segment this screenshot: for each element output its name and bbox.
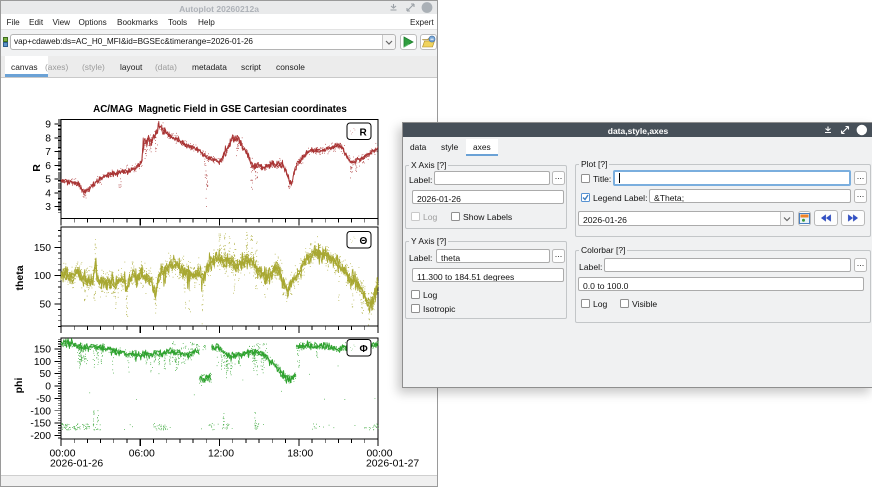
svg-text:3: 3	[45, 202, 51, 213]
svg-text:12:00: 12:00	[208, 449, 234, 460]
svg-text:-50: -50	[36, 394, 51, 405]
svg-text:18:00: 18:00	[287, 449, 313, 460]
svg-text:100: 100	[34, 271, 51, 282]
svg-text:2026-01-26: 2026-01-26	[50, 459, 103, 470]
svg-text:150: 150	[34, 243, 51, 254]
svg-text:8: 8	[45, 133, 51, 144]
svg-text:-100: -100	[30, 406, 51, 417]
svg-text:0: 0	[45, 382, 51, 393]
svg-text:4: 4	[45, 188, 51, 199]
svg-text:100: 100	[34, 357, 51, 368]
svg-text:theta: theta	[14, 265, 26, 290]
svg-text:7: 7	[45, 147, 51, 158]
svg-text:2026-01-27: 2026-01-27	[366, 459, 419, 470]
svg-text:R: R	[31, 164, 43, 172]
svg-text:06:00: 06:00	[129, 449, 155, 460]
svg-text:50: 50	[40, 300, 52, 311]
svg-text:AC/MAG Magnetic Field in GSE: AC/MAG Magnetic Field in GSE Cartesian c…	[93, 104, 347, 115]
svg-text:R: R	[360, 128, 368, 139]
svg-text:150: 150	[34, 345, 51, 356]
svg-text:-150: -150	[30, 419, 51, 430]
svg-text:5: 5	[45, 175, 51, 186]
svg-text:Φ: Φ	[360, 344, 368, 355]
svg-text:Θ: Θ	[360, 236, 368, 247]
svg-text:50: 50	[40, 369, 52, 380]
svg-text:9: 9	[45, 120, 51, 131]
svg-text:phi: phi	[13, 378, 25, 394]
svg-text:-200: -200	[30, 431, 51, 442]
svg-text:6: 6	[45, 161, 51, 172]
